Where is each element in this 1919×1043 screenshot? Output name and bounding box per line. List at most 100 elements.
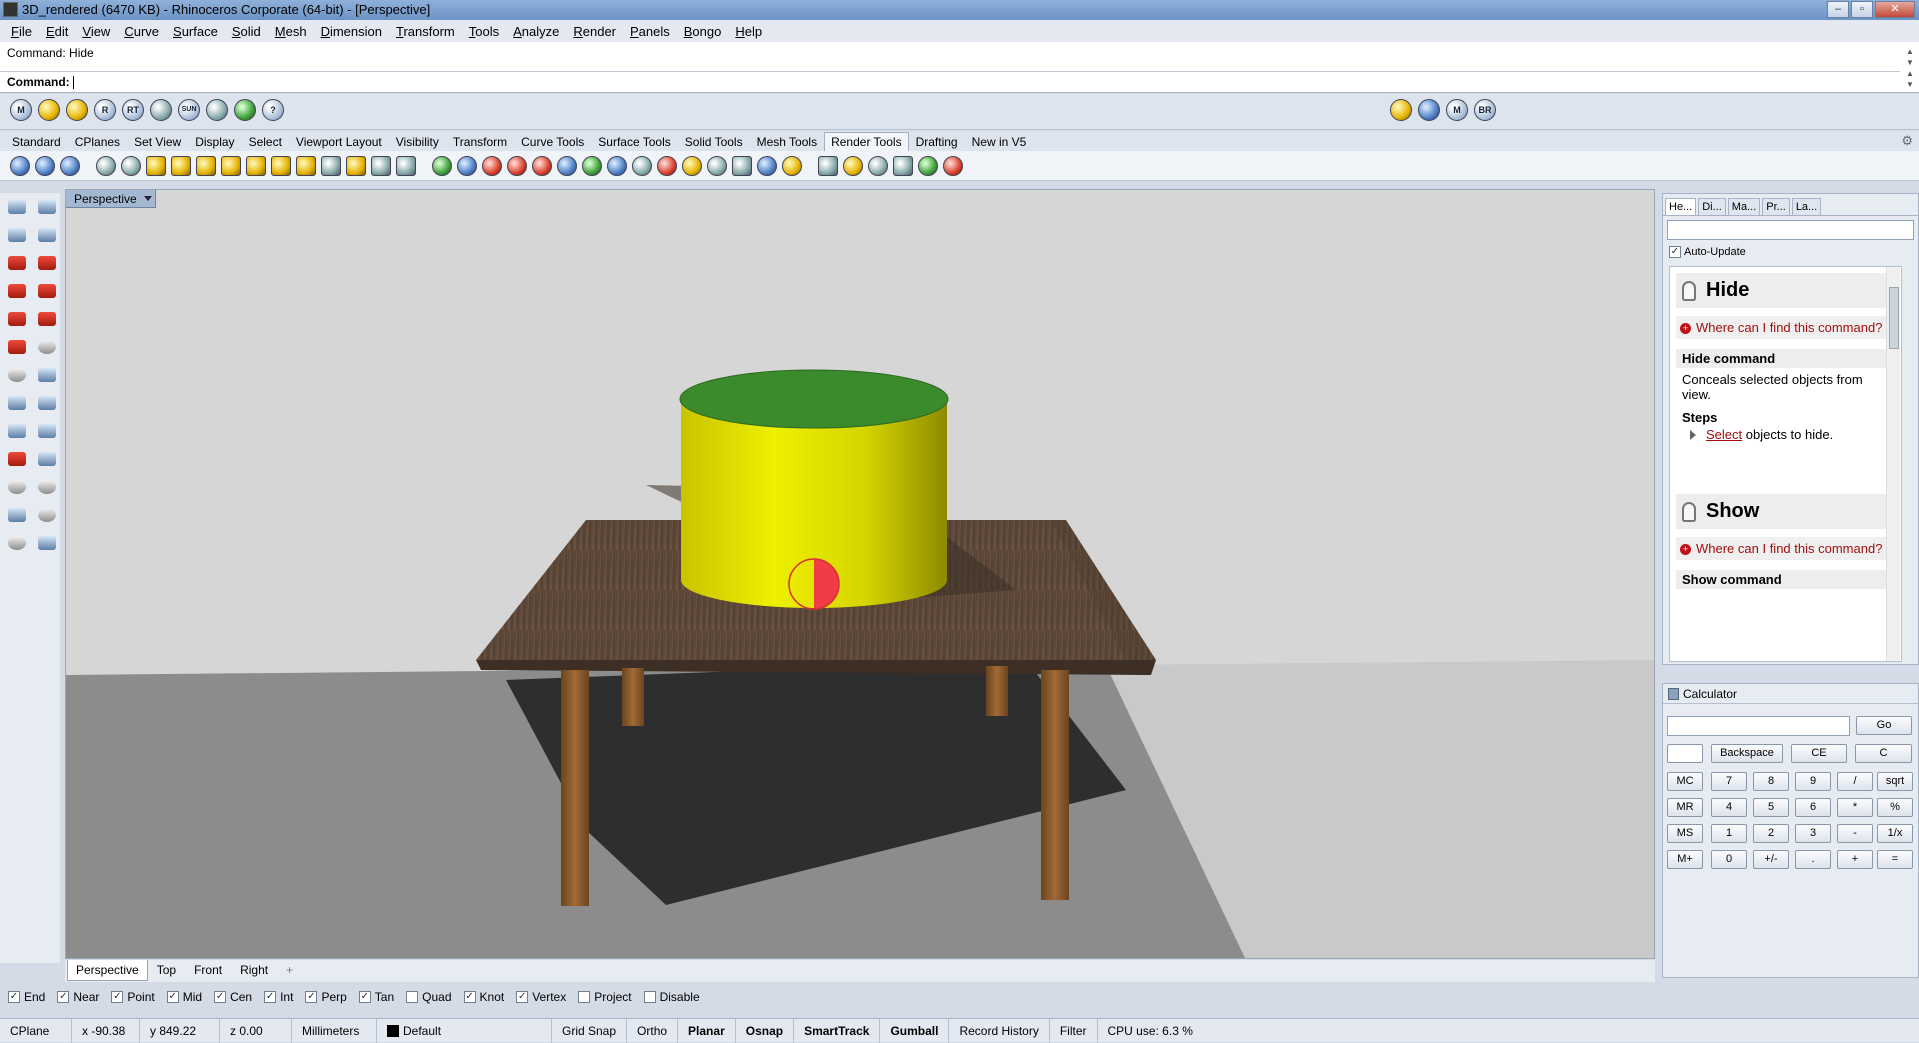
calc-key-1[interactable]: 1 [1711,824,1747,843]
zoom-window-icon[interactable] [6,477,28,497]
directional-light-icon[interactable] [171,155,191,176]
osnap-quad[interactable]: Quad [406,990,452,1004]
osnap-knot[interactable]: ✓ Knot [463,990,504,1004]
orbit-icon[interactable] [6,533,28,553]
calc-key-xxx[interactable]: +/- [1753,850,1789,869]
environment-icon[interactable] [60,155,80,176]
calc-ce-button[interactable]: CE [1791,744,1847,763]
menu-surface[interactable]: Surface [166,24,225,39]
calc-key-x[interactable]: - [1837,824,1873,843]
command-line[interactable]: Command: [0,71,1900,91]
explode-icon[interactable] [6,421,28,441]
tab-surface-tools[interactable]: Surface Tools [591,132,678,151]
tab-drafting[interactable]: Drafting [909,132,965,151]
viewport-tab-perspective[interactable]: Perspective [67,960,148,981]
osnap-checkbox[interactable]: ✓ [264,991,277,1003]
status-cplane[interactable]: CPlane [0,1018,72,1043]
sun-icon[interactable]: SUN [178,99,200,121]
select-link[interactable]: Select [1706,427,1742,442]
panel-tab-3[interactable]: Pr... [1762,198,1790,215]
calc-key-x[interactable]: * [1837,798,1873,817]
osnap-checkbox[interactable]: ✓ [166,991,179,1003]
menu-analyze[interactable]: Analyze [506,24,566,39]
command-scrollbar[interactable]: ▲ ▼ ▲ ▼ [1903,46,1917,89]
viewport-tab-right[interactable]: Right [231,960,277,981]
calc-key-MR[interactable]: MR [1667,798,1703,817]
play-render-icon[interactable] [918,155,938,176]
tab-transform[interactable]: Transform [446,132,514,151]
maximize-button[interactable]: ▫ [1851,1,1873,18]
tab-standard[interactable]: Standard [5,132,68,151]
cylinder-mapping-icon[interactable] [607,155,627,176]
menu-view[interactable]: View [75,24,117,39]
osnap-checkbox[interactable] [406,991,419,1003]
plane-icon[interactable] [36,421,58,441]
target-icon[interactable] [36,505,58,525]
grid-rect-icon[interactable] [818,155,838,176]
calc-key-1xx[interactable]: 1/x [1877,824,1913,843]
light-group-icon[interactable] [321,155,341,176]
br-icon[interactable]: BR [1474,99,1496,121]
menu-tools[interactable]: Tools [462,24,506,39]
tag-icon[interactable] [66,99,88,121]
perspective-viewport[interactable]: Perspective z y x [65,189,1655,959]
menu-panels[interactable]: Panels [623,24,677,39]
render-preview-icon[interactable] [432,155,452,176]
tab-visibility[interactable]: Visibility [389,132,446,151]
origin-icon[interactable] [36,365,58,385]
linear-light-icon[interactable] [221,155,241,176]
menu-solid[interactable]: Solid [225,24,268,39]
ball-icon[interactable] [682,155,702,176]
calc-c-button[interactable]: C [1855,744,1912,763]
snap-icon[interactable] [6,505,28,525]
car-red-2-icon[interactable] [36,253,58,273]
help-search-input[interactable] [1667,220,1914,240]
menu-bongo[interactable]: Bongo [677,24,729,39]
osnap-checkbox[interactable]: ✓ [111,991,124,1003]
select-points-icon[interactable] [36,197,58,217]
tab-set-view[interactable]: Set View [127,132,188,151]
menu-help[interactable]: Help [728,24,769,39]
car-front-icon[interactable] [6,309,28,329]
osnap-mid[interactable]: ✓ Mid [166,990,202,1004]
osnap-checkbox[interactable] [643,991,656,1003]
tab-viewport-layout[interactable]: Viewport Layout [289,132,389,151]
auto-update-check[interactable]: ✓ [1669,246,1681,258]
osnap-checkbox[interactable]: ✓ [358,991,371,1003]
where-find-link-hide[interactable]: + Where can I find this command? [1676,316,1895,339]
lamp-icon[interactable] [206,99,228,121]
calc-key-4[interactable]: 4 [1711,798,1747,817]
calc-key-MS[interactable]: MS [1667,824,1703,843]
calc-backspace-button[interactable]: Backspace [1711,744,1783,763]
rhino-app-icon[interactable] [3,2,18,17]
cylinder-red-icon[interactable] [6,281,28,301]
render-building-icon[interactable] [1418,99,1440,121]
calc-key-6[interactable]: 6 [1795,798,1831,817]
sun-setting-icon[interactable] [868,155,888,176]
osnap-int[interactable]: ✓ Int [264,990,293,1004]
calc-key-0[interactable]: 0 [1711,850,1747,869]
osnap-vertex[interactable]: ✓ Vertex [516,990,566,1004]
calc-key-MC[interactable]: MC [1667,772,1703,791]
status-layer[interactable]: Default [377,1018,552,1043]
osnap-project[interactable]: Project [578,990,632,1004]
rectangular-light-icon[interactable] [196,155,216,176]
viewport-title[interactable]: Perspective [66,190,156,208]
ortho-toggle[interactable]: Ortho [627,1018,679,1043]
scroll-thumb[interactable] [1889,287,1899,349]
calc-key-7[interactable]: 7 [1711,772,1747,791]
car-small-icon[interactable] [6,337,28,357]
menu-mesh[interactable]: Mesh [268,24,314,39]
pivot-icon[interactable] [6,393,28,413]
osnap-perp[interactable]: ✓ Perp [305,990,347,1004]
osnap-checkbox[interactable]: ✓ [8,991,20,1003]
osnap-toggle[interactable]: Osnap [736,1018,795,1043]
viewport-menu-chevron-icon[interactable] [143,196,152,201]
viewport-tab-top[interactable]: Top [148,960,185,981]
add-viewport-tab-plus-icon[interactable]: + [277,960,302,981]
where-find-link-show[interactable]: + Where can I find this command? [1676,537,1895,560]
save-render-icon[interactable] [36,225,58,245]
planar-mapping-icon[interactable] [632,155,652,176]
record-icon[interactable] [943,155,963,176]
light-array-icon[interactable] [246,155,266,176]
